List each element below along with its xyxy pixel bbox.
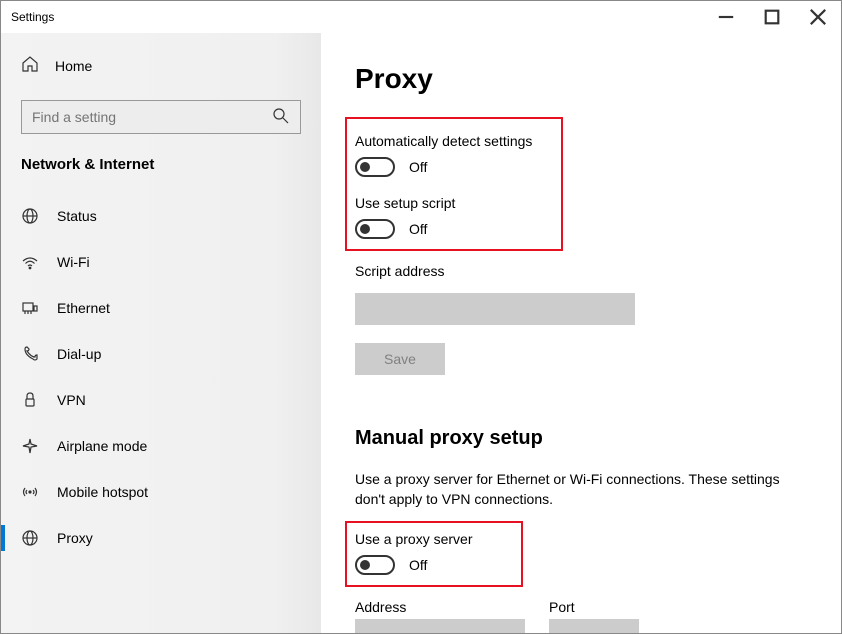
airplane-icon [21,437,39,455]
sidebar-item-hotspot[interactable]: Mobile hotspot [1,469,321,515]
sidebar: Home Network & Internet Status Wi-Fi [1,33,321,633]
ethernet-icon [21,299,39,317]
manual-heading: Manual proxy setup [355,427,807,450]
script-address-label: Script address [355,263,807,279]
page-title: Proxy [355,63,807,95]
sidebar-item-label: Status [57,208,97,224]
use-proxy-state: Off [409,557,427,573]
window-buttons [703,1,841,33]
sidebar-item-label: Mobile hotspot [57,484,148,500]
proxy-icon [21,529,39,547]
setup-script-toggle[interactable] [355,219,395,239]
sidebar-item-status[interactable]: Status [1,193,321,239]
status-icon [21,207,39,225]
auto-detect-toggle[interactable] [355,157,395,177]
setup-script-state: Off [409,221,427,237]
titlebar: Settings [1,1,841,33]
sidebar-item-label: Airplane mode [57,438,147,454]
wifi-icon [21,253,39,271]
auto-detect-state: Off [409,159,427,175]
dialup-icon [21,345,39,363]
search-icon [272,107,290,128]
port-label: Port [549,599,639,615]
content-pane: Proxy Automatically detect settings Off … [321,33,841,633]
hotspot-icon [21,483,39,501]
sidebar-item-label: Dial-up [57,346,101,362]
sidebar-item-airplane[interactable]: Airplane mode [1,423,321,469]
manual-description: Use a proxy server for Ethernet or Wi-Fi… [355,470,807,509]
sidebar-item-wifi[interactable]: Wi-Fi [1,239,321,285]
sidebar-item-label: VPN [57,392,86,408]
address-input[interactable] [355,619,525,633]
save-button[interactable]: Save [355,343,445,375]
vpn-icon [21,391,39,409]
sidebar-item-dialup[interactable]: Dial-up [1,331,321,377]
highlight-auto: Automatically detect settings Off Use se… [345,117,563,251]
sidebar-item-proxy[interactable]: Proxy [1,515,321,561]
maximize-button[interactable] [749,1,795,33]
use-proxy-toggle[interactable] [355,555,395,575]
sidebar-item-vpn[interactable]: VPN [1,377,321,423]
use-proxy-label: Use a proxy server [355,531,513,547]
sidebar-item-label: Proxy [57,530,93,546]
sidebar-item-label: Wi-Fi [57,254,90,270]
minimize-button[interactable] [703,1,749,33]
window-title: Settings [11,10,54,24]
auto-detect-label: Automatically detect settings [355,133,553,149]
search-box[interactable] [21,100,301,134]
port-input[interactable] [549,619,639,633]
home-label: Home [55,58,92,74]
script-address-input[interactable] [355,293,635,325]
home-link[interactable]: Home [1,45,321,86]
highlight-manual: Use a proxy server Off [345,521,523,587]
sidebar-item-label: Ethernet [57,300,110,316]
category-heading: Network & Internet [1,156,321,193]
sidebar-item-ethernet[interactable]: Ethernet [1,285,321,331]
search-input[interactable] [32,109,272,125]
home-icon [21,55,39,76]
address-label: Address [355,599,525,615]
setup-script-label: Use setup script [355,195,553,211]
close-button[interactable] [795,1,841,33]
